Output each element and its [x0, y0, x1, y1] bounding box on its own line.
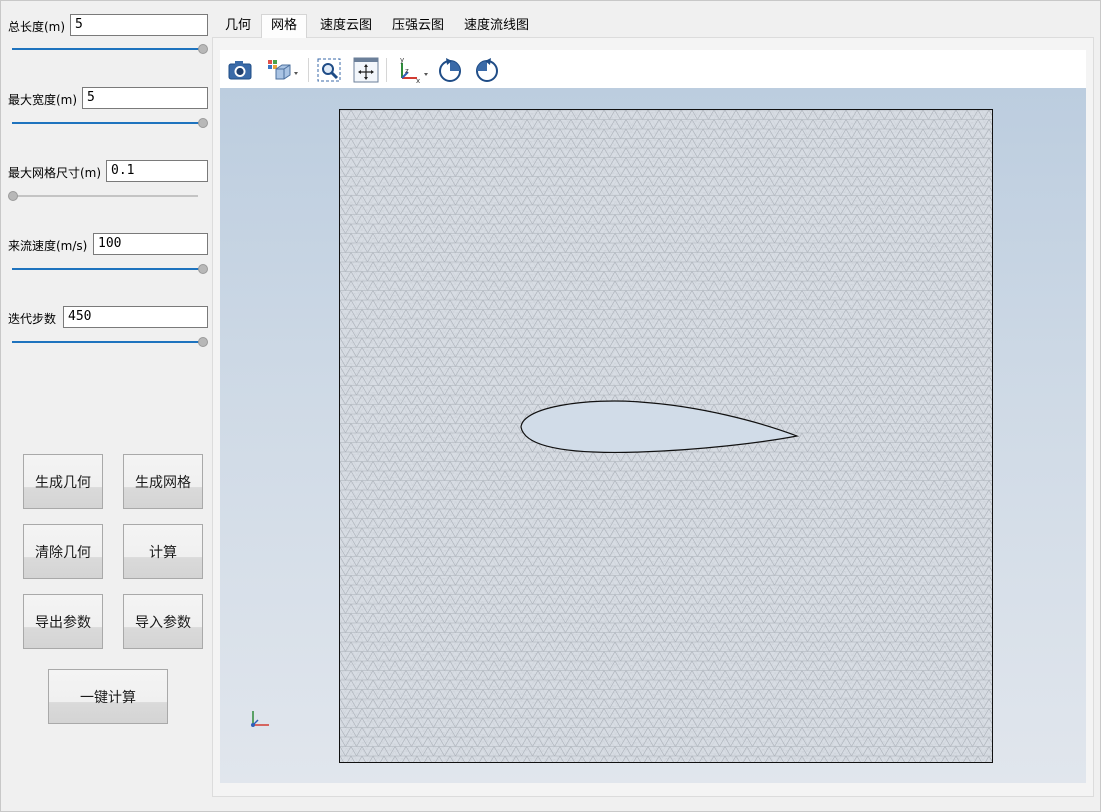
inflow-speed-input[interactable]: 100: [93, 233, 208, 255]
import-params-button[interactable]: 导入参数: [123, 594, 203, 649]
inflow-speed-label: 来流速度(m/s): [8, 239, 88, 253]
rotate-cw-icon[interactable]: [436, 56, 464, 84]
slider-thumb[interactable]: [198, 44, 208, 54]
clear-geometry-button[interactable]: 清除几何: [23, 524, 103, 579]
max-mesh-size-input[interactable]: 0.1: [106, 160, 208, 182]
slider-track: [12, 195, 198, 197]
axis-z-label: z: [405, 67, 409, 75]
tab-mesh[interactable]: 网格: [261, 14, 308, 38]
generate-geometry-button[interactable]: 生成几何: [23, 454, 103, 509]
slider-fill: [12, 268, 200, 270]
max-width-input[interactable]: 5: [82, 87, 208, 109]
axis-y-label: y: [400, 56, 404, 64]
tab-geometry[interactable]: 几何: [216, 14, 260, 38]
compute-button[interactable]: 计算: [123, 524, 203, 579]
total-length-label: 总长度(m): [8, 20, 66, 34]
slider-thumb[interactable]: [198, 264, 208, 274]
mesh-canvas: [340, 110, 992, 762]
max-width-slider[interactable]: [12, 118, 208, 128]
mesh-viewport[interactable]: [220, 88, 1086, 783]
view-cube-icon[interactable]: [265, 56, 301, 84]
slider-thumb[interactable]: [8, 191, 18, 201]
iterations-input[interactable]: 450: [63, 306, 208, 328]
export-params-button[interactable]: 导出参数: [23, 594, 103, 649]
toolbar-separator: [386, 58, 387, 82]
rotate-ccw-icon[interactable]: [473, 56, 501, 84]
mesh-domain[interactable]: [339, 109, 993, 763]
tab-pressure-contour[interactable]: 压强云图: [383, 14, 453, 38]
zoom-box-icon[interactable]: [315, 56, 343, 84]
tab-velocity-streamline[interactable]: 速度流线图: [455, 14, 538, 38]
generate-mesh-button[interactable]: 生成网格: [123, 454, 203, 509]
view-toolbar: y z x: [220, 50, 1086, 88]
total-length-slider[interactable]: [12, 44, 208, 54]
camera-icon[interactable]: [226, 56, 254, 84]
slider-fill: [12, 48, 200, 50]
iterations-slider[interactable]: [12, 337, 208, 347]
fit-view-icon[interactable]: [352, 56, 380, 84]
iterations-label: 迭代步数: [8, 312, 57, 326]
axis-x-label: x: [416, 77, 420, 84]
axes-orientation-icon[interactable]: y z x: [394, 56, 432, 85]
max-mesh-size-label: 最大网格尺寸(m): [8, 166, 102, 180]
slider-thumb[interactable]: [198, 118, 208, 128]
max-width-label: 最大宽度(m): [8, 93, 78, 107]
tab-velocity-contour[interactable]: 速度云图: [311, 14, 381, 38]
one-click-compute-button[interactable]: 一键计算: [48, 669, 168, 724]
max-mesh-size-slider[interactable]: [8, 191, 206, 201]
toolbar-separator: [308, 58, 309, 82]
slider-fill: [12, 341, 200, 343]
slider-fill: [12, 122, 200, 124]
inflow-speed-slider[interactable]: [12, 264, 208, 274]
total-length-input[interactable]: 5: [70, 14, 208, 36]
slider-thumb[interactable]: [198, 337, 208, 347]
orientation-axes-widget: [245, 703, 275, 733]
